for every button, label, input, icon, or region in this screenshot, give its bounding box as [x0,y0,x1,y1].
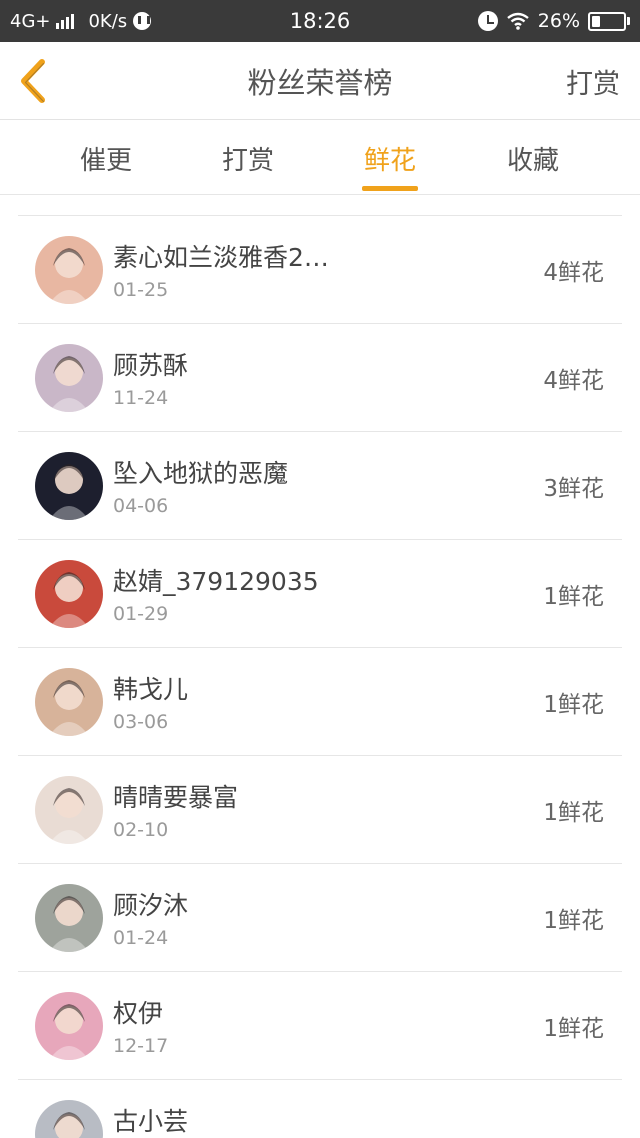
fan-date: 01-29 [113,603,169,625]
battery-percent: 26% [537,10,580,32]
fan-name: 顾汐沐 [113,891,189,920]
list-item[interactable]: 赵婧_379129035 01-29 1鲜花 [18,540,622,648]
fan-name: 顾苏酥 [113,351,189,380]
list-item[interactable]: 坠入地狱的恶魔 04-06 3鲜花 [18,432,622,540]
avatar[interactable] [35,1100,103,1138]
status-bar: 4G+ 0K/s 18:26 26% [0,0,640,42]
fan-name: 权伊 [113,999,164,1028]
nav-bar: 粉丝荣誉榜 打赏 [0,42,640,120]
fan-date: 02-10 [113,819,169,841]
avatar[interactable] [35,668,103,736]
fan-name: 晴晴要暴富 [113,783,239,812]
flower-count: 1鲜花 [543,692,604,718]
tab-bar: 催更 打赏 鲜花 收藏 [0,121,640,195]
list-item[interactable]: 古小芸 [18,1080,622,1138]
fan-name: 素心如兰淡雅香2… [113,243,329,272]
fan-name: 古小芸 [113,1107,189,1136]
flower-count: 1鲜花 [543,1016,604,1042]
fan-date: 11-24 [113,387,169,409]
avatar[interactable] [35,884,103,952]
list-content: 12-18素心如兰淡雅香2…01-254鲜花顾苏酥11-244鲜花坠入地狱的恶魔… [0,196,640,1138]
avatar[interactable] [35,560,103,628]
alarm-icon [477,11,498,31]
avatar[interactable] [35,992,103,1060]
avatar[interactable] [35,344,103,412]
avatar[interactable] [35,452,103,520]
page-title: 粉丝荣誉榜 [247,66,393,100]
tab-urge[interactable]: 催更 [46,121,166,195]
list-item[interactable]: 顾汐沐 01-24 1鲜花 [18,864,622,972]
tab-reward[interactable]: 打赏 [188,121,308,195]
fan-date: 03-06 [113,711,169,733]
battery-icon [588,11,630,31]
flower-count: 4鲜花 [543,368,604,394]
fan-date: 04-06 [113,495,169,517]
reward-button[interactable]: 打赏 [566,42,620,120]
wifi-icon [507,12,529,30]
fan-name: 韩戈儿 [113,675,189,704]
list-item[interactable]: 12-18 [18,196,622,216]
flower-count: 3鲜花 [543,476,604,502]
fan-name: 坠入地狱的恶魔 [113,459,289,488]
fan-date: 12-17 [113,1035,169,1057]
avatar[interactable] [35,236,103,304]
fan-date: 01-24 [113,927,169,949]
list-item[interactable]: 素心如兰淡雅香2… 01-25 4鲜花 [18,216,622,324]
list-item[interactable]: 顾苏酥 11-24 4鲜花 [18,324,622,432]
fan-date: 01-25 [113,279,169,301]
list-item[interactable]: 晴晴要暴富 02-10 1鲜花 [18,756,622,864]
list-item[interactable]: 韩戈儿 03-06 1鲜花 [18,648,622,756]
list-item[interactable]: 权伊 12-17 1鲜花 [18,972,622,1080]
avatar[interactable] [35,776,103,844]
flower-count: 4鲜花 [543,260,604,286]
flower-count: 1鲜花 [543,800,604,826]
flower-count: 1鲜花 [543,584,604,610]
status-right: 26% [477,0,630,42]
tab-favorites[interactable]: 收藏 [473,121,593,195]
tab-flowers[interactable]: 鲜花 [330,121,450,195]
fan-ranking-list[interactable]: 12-18素心如兰淡雅香2…01-254鲜花顾苏酥11-244鲜花坠入地狱的恶魔… [0,196,640,1138]
flower-count: 1鲜花 [543,908,604,934]
fan-name: 赵婧_379129035 [113,567,319,596]
